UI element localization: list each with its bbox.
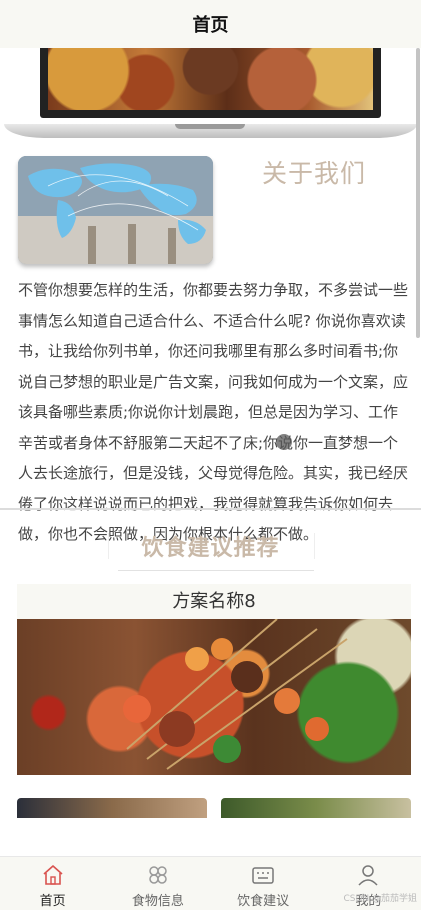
tab-food-info[interactable]: 食物信息 xyxy=(105,857,210,910)
tab-home[interactable]: 首页 xyxy=(0,857,105,910)
page-title: 首页 xyxy=(192,15,229,36)
recommend-heading-wrap: 饮食建议推荐 xyxy=(0,530,421,562)
plan-name: 方案名称8 xyxy=(17,584,411,619)
tab-label: 食物信息 xyxy=(131,894,184,909)
skewer-image xyxy=(123,619,348,770)
recommend-heading: 饮食建议推荐 xyxy=(141,536,280,561)
tab-label: 饮食建议 xyxy=(237,894,290,909)
scrollbar[interactable] xyxy=(416,48,420,338)
banner-food-image xyxy=(48,48,373,110)
banner xyxy=(0,48,421,148)
laptop-screen xyxy=(40,48,381,118)
plan-card[interactable]: 方案名称8 xyxy=(17,584,411,775)
watermark: CSDN @茄茄学姐 xyxy=(343,894,417,904)
user-icon xyxy=(358,865,378,886)
tab-label: 首页 xyxy=(39,894,66,909)
nav-bar: 首页 xyxy=(0,0,421,48)
clover-icon xyxy=(149,866,167,884)
laptop-notch xyxy=(175,124,245,129)
section-divider xyxy=(0,508,421,510)
about-image xyxy=(18,156,213,264)
touch-cursor xyxy=(276,434,292,450)
about-section: 关于我们 不管你想要怎样的生活，你都要去努力争取，不多尝试一些事情怎么知道自己适… xyxy=(0,148,421,556)
heading-underline xyxy=(118,570,314,571)
world-map-image xyxy=(18,156,213,264)
keyboard-icon xyxy=(252,867,274,884)
plan-image xyxy=(17,619,411,775)
plan-thumbnail[interactable] xyxy=(17,798,207,818)
plan-thumbnails xyxy=(17,798,411,818)
tab-diet-advice[interactable]: 饮食建议 xyxy=(211,857,316,910)
plan-thumbnail[interactable] xyxy=(221,798,411,818)
about-heading: 关于我们 xyxy=(262,159,367,188)
home-icon xyxy=(43,865,63,885)
